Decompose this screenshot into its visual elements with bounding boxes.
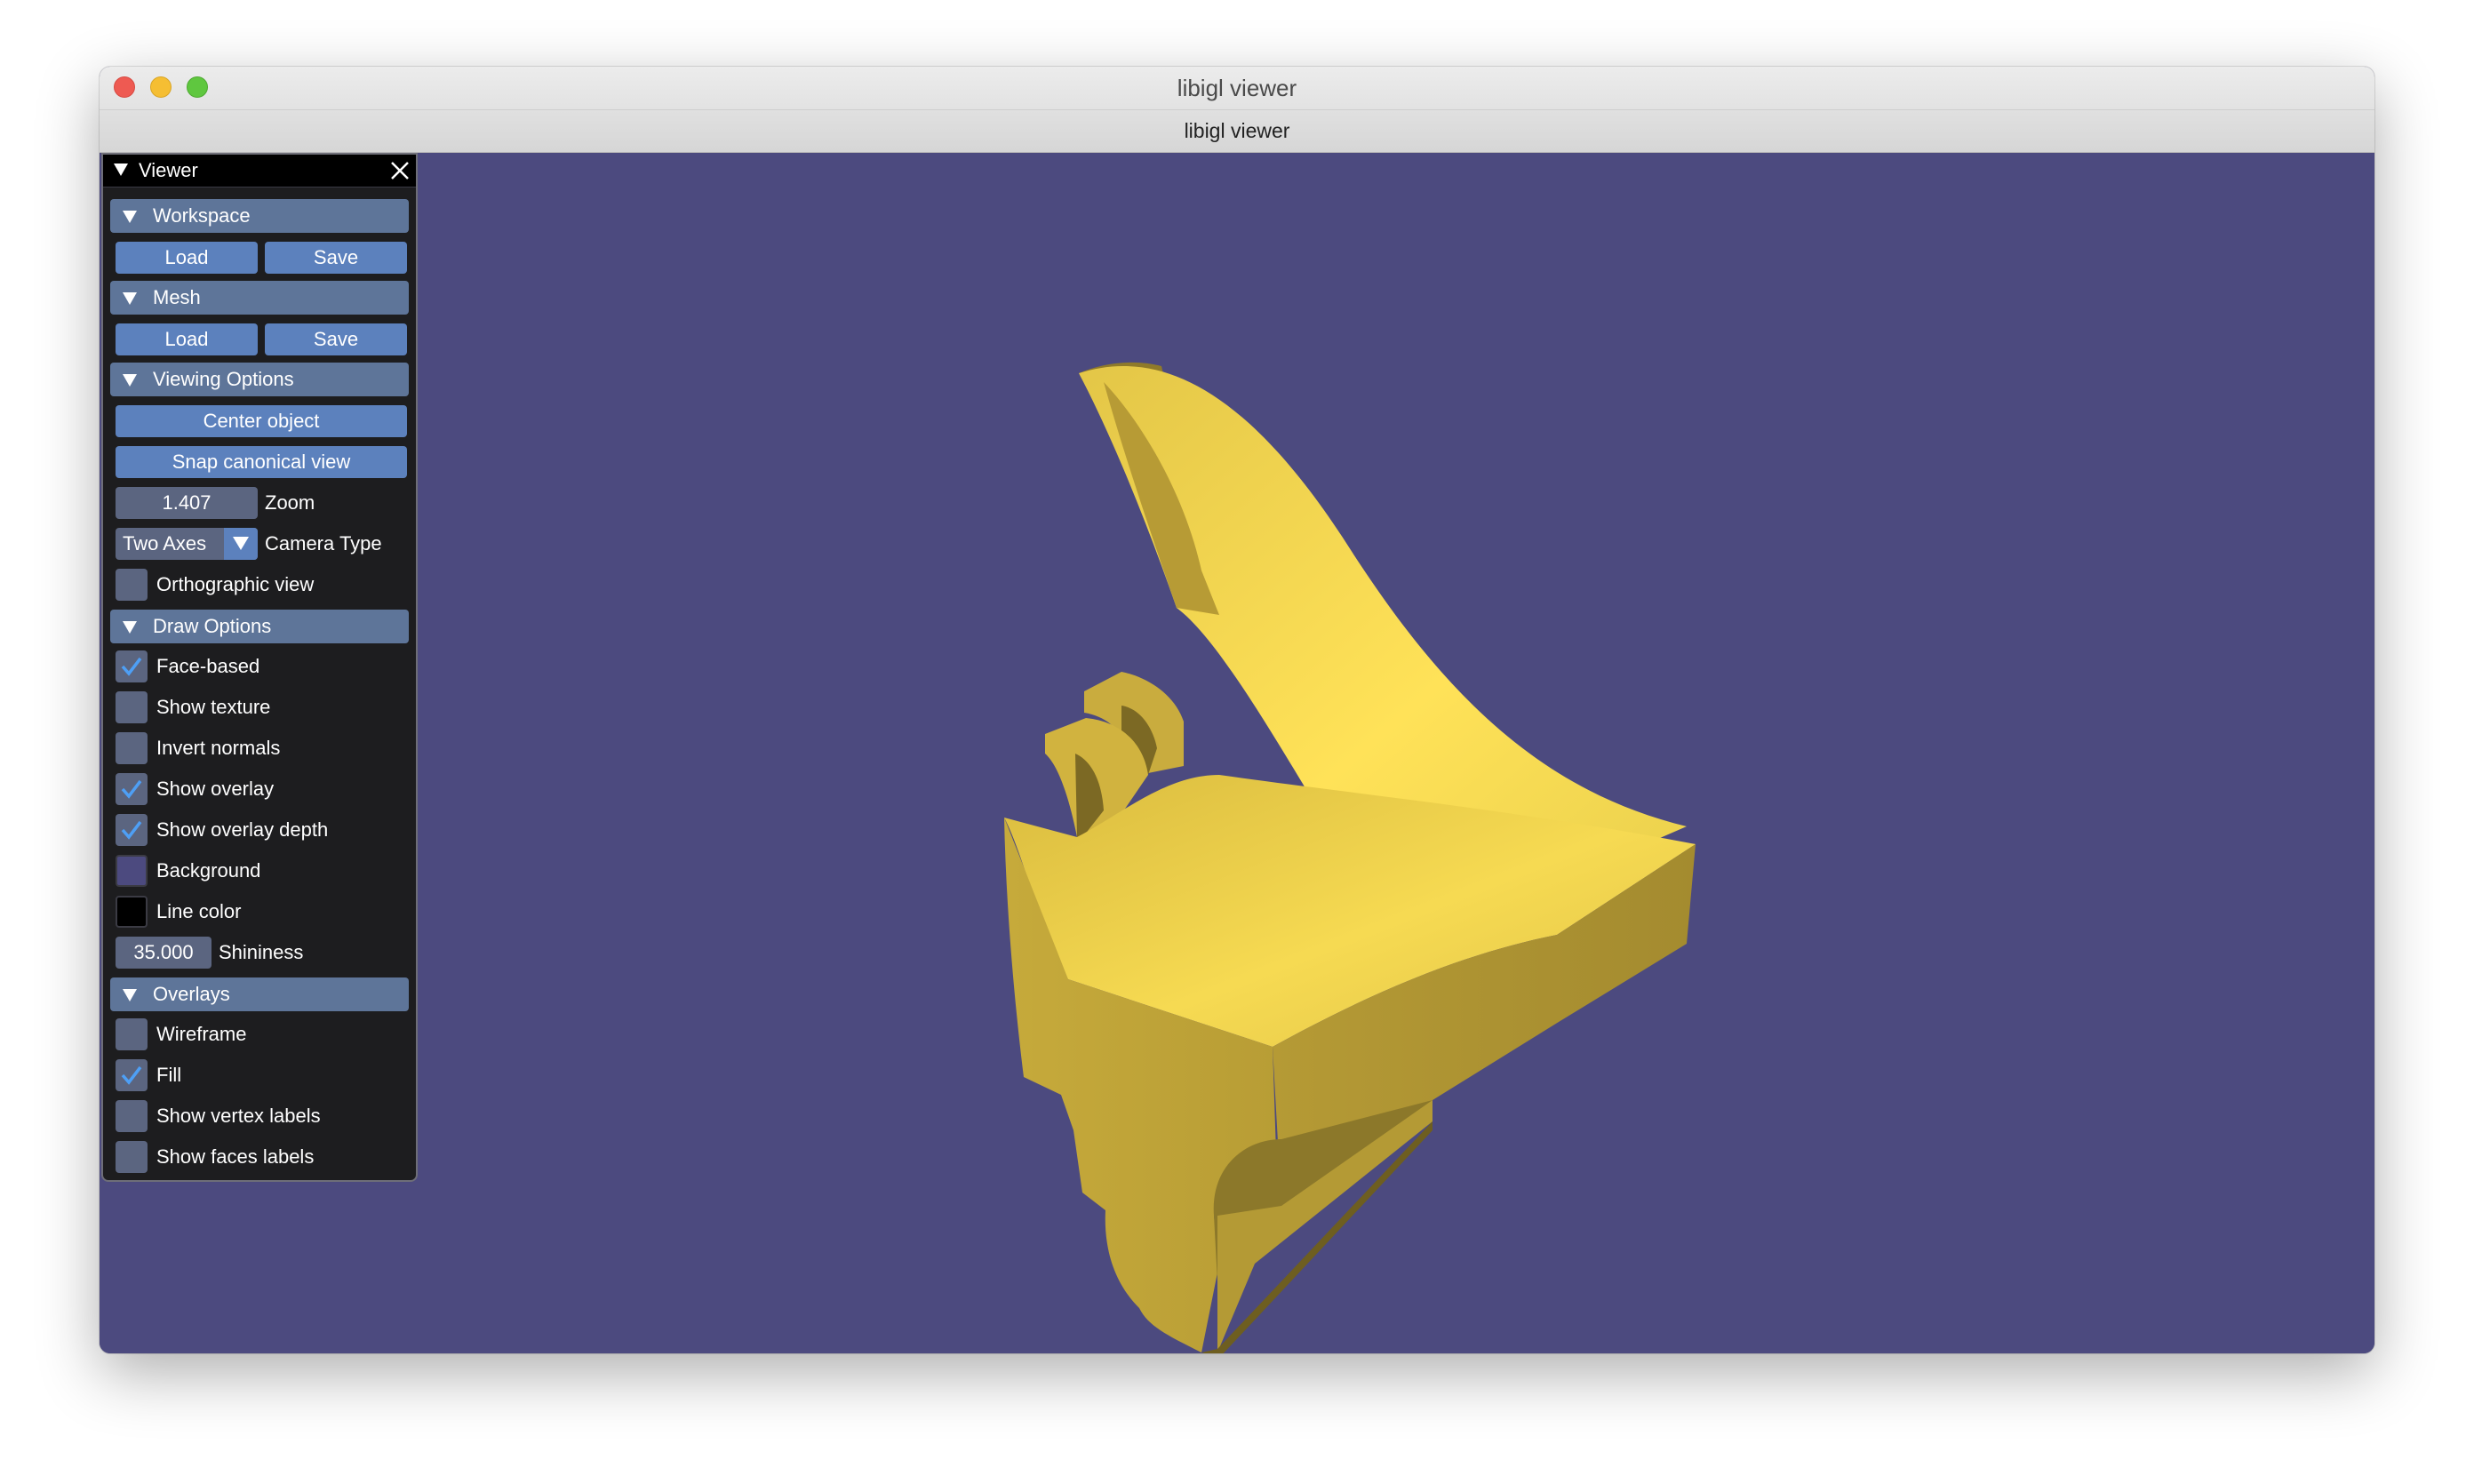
orthographic-label: Orthographic view	[156, 573, 315, 595]
expand-triangle-icon	[123, 989, 137, 1001]
expand-triangle-icon	[123, 374, 137, 387]
face-based-checkbox[interactable]	[116, 650, 148, 682]
show-overlay-checkbox[interactable]	[116, 773, 148, 805]
center-object-button[interactable]: Center object	[116, 405, 407, 437]
chevron-down-icon	[233, 537, 249, 550]
header-workspace[interactable]: Workspace	[110, 199, 409, 233]
camera-type-value: Two Axes	[123, 532, 207, 555]
line-color-label: Line color	[156, 900, 242, 922]
show-texture-label: Show texture	[156, 696, 271, 718]
expand-triangle-icon	[123, 211, 137, 223]
header-label: Overlays	[153, 983, 230, 1005]
snap-canonical-view-button[interactable]: Snap canonical view	[116, 446, 407, 478]
zoom-input[interactable]: 1.407	[116, 487, 258, 519]
show-texture-checkbox[interactable]	[116, 691, 148, 723]
fill-checkbox[interactable]	[116, 1059, 148, 1091]
shininess-input[interactable]: 35.000	[116, 937, 211, 969]
combo-arrow[interactable]	[224, 528, 258, 560]
line-color-swatch[interactable]	[116, 896, 148, 928]
expand-triangle-icon	[123, 621, 137, 634]
zoom-label: Zoom	[265, 491, 315, 514]
background-color-swatch[interactable]	[116, 855, 148, 887]
header-overlays[interactable]: Overlays	[110, 977, 409, 1011]
workspace-load-button[interactable]: Load	[116, 242, 258, 274]
close-icon[interactable]	[389, 160, 411, 181]
3d-viewport[interactable]	[100, 153, 2374, 1353]
mesh-save-button[interactable]: Save	[265, 323, 407, 355]
header-label: Draw Options	[153, 615, 272, 637]
show-overlay-depth-label: Show overlay depth	[156, 818, 329, 841]
checkmark-icon	[121, 820, 142, 840]
camera-type-label: Camera Type	[265, 532, 382, 555]
show-overlay-label: Show overlay	[156, 778, 275, 800]
face-based-label: Face-based	[156, 655, 260, 677]
orthographic-checkbox[interactable]	[116, 569, 148, 601]
checkmark-icon	[121, 779, 142, 799]
header-label: Viewing Options	[153, 368, 294, 390]
header-viewing-options[interactable]: Viewing Options	[110, 363, 409, 396]
header-mesh[interactable]: Mesh	[110, 281, 409, 315]
wireframe-label: Wireframe	[156, 1023, 247, 1045]
panel-title-bar[interactable]: Viewer	[103, 155, 416, 187]
show-vertex-labels-label: Show vertex labels	[156, 1105, 321, 1127]
checkmark-icon	[121, 1065, 142, 1085]
viewer-window: libigl viewer libigl viewer	[100, 67, 2374, 1353]
background-label: Background	[156, 859, 261, 882]
header-draw-options[interactable]: Draw Options	[110, 610, 409, 643]
panel-title: Viewer	[139, 159, 198, 181]
camera-type-select[interactable]: Two Axes	[116, 528, 258, 560]
show-faces-labels-checkbox[interactable]	[116, 1141, 148, 1173]
show-vertex-labels-checkbox[interactable]	[116, 1100, 148, 1132]
wireframe-checkbox[interactable]	[116, 1018, 148, 1050]
expand-triangle-icon	[123, 292, 137, 305]
collapse-triangle-icon[interactable]	[112, 161, 130, 179]
window-title: libigl viewer	[1177, 75, 1297, 101]
invert-normals-checkbox[interactable]	[116, 732, 148, 764]
show-overlay-depth-checkbox[interactable]	[116, 814, 148, 846]
workspace-save-button[interactable]: Save	[265, 242, 407, 274]
viewer-panel: Viewer Workspace Load Save Mesh Load Sav…	[101, 153, 418, 1182]
mesh-model[interactable]	[100, 153, 2374, 1353]
checkmark-icon	[121, 657, 142, 676]
show-faces-labels-label: Show faces labels	[156, 1145, 315, 1168]
tab-title: libigl viewer	[100, 110, 2374, 153]
header-label: Mesh	[153, 286, 201, 308]
mesh-load-button[interactable]: Load	[116, 323, 258, 355]
header-label: Workspace	[153, 204, 251, 227]
shininess-label: Shininess	[219, 941, 304, 963]
fill-label: Fill	[156, 1064, 182, 1086]
title-bar[interactable]: libigl viewer	[100, 67, 2374, 110]
invert-normals-label: Invert normals	[156, 737, 281, 759]
